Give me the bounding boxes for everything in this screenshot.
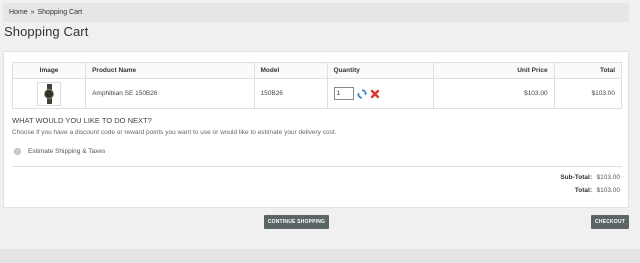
cart-panel: Image Product Name Model Quantity Unit P…	[3, 51, 629, 208]
subtotal-label: Sub-Total:	[560, 174, 592, 181]
remove-icon[interactable]	[370, 89, 380, 99]
cart-table: Image Product Name Model Quantity Unit P…	[11, 62, 623, 109]
breadcrumb-separator: »	[30, 9, 35, 16]
unit-price: $103.00	[433, 78, 555, 109]
estimate-shipping-label: Estimate Shipping & Taxes	[28, 148, 106, 155]
estimate-shipping-option[interactable]: Estimate Shipping & Taxes	[12, 148, 105, 155]
subtotal-row: Sub-Total: $103.00	[560, 171, 620, 184]
quantity-controls	[333, 87, 427, 100]
divider	[12, 166, 622, 167]
checkout-button[interactable]: CHECKOUT	[591, 215, 629, 229]
page-title: Shopping Cart	[4, 24, 89, 39]
header-quantity: Quantity	[326, 62, 435, 79]
next-description: Choose if you have a discount code or re…	[12, 129, 337, 136]
breadcrumb-home-link[interactable]: Home	[9, 9, 28, 16]
header-image: Image	[11, 62, 87, 79]
quantity-input[interactable]	[333, 87, 354, 100]
header-product-name: Product Name	[85, 62, 255, 79]
next-heading: WHAT WOULD YOU LIKE TO DO NEXT?	[12, 116, 152, 125]
total-row: Total: $103.00	[560, 184, 620, 197]
footer	[0, 249, 640, 263]
breadcrumb: Home » Shopping Cart	[3, 3, 629, 22]
table-row: Amphibian SE 150B26 150B26 1 $103.00 $10…	[11, 78, 623, 109]
product-thumbnail-watch-icon[interactable]	[37, 81, 62, 106]
line-total: $103.00	[553, 78, 623, 109]
total-value: $103.00	[596, 187, 621, 194]
product-model: 150B26	[253, 78, 328, 109]
subtotal-value: $103.00	[596, 174, 621, 181]
product-name-link[interactable]: Amphibian SE 150B26	[85, 78, 255, 109]
header-unit-price: Unit Price	[433, 62, 555, 79]
total-label: Total:	[574, 187, 592, 194]
cart-header-row: Image Product Name Model Quantity Unit P…	[11, 62, 623, 79]
totals-summary: Sub-Total: $103.00 Total: $103.00	[560, 171, 620, 197]
continue-shopping-button[interactable]: CONTINUE SHOPPING	[264, 215, 329, 229]
estimate-radio[interactable]	[14, 148, 21, 155]
refresh-icon[interactable]	[356, 88, 367, 99]
header-total: Total	[553, 62, 623, 79]
breadcrumb-current-link[interactable]: Shopping Cart	[38, 9, 83, 16]
header-model: Model	[253, 62, 328, 79]
